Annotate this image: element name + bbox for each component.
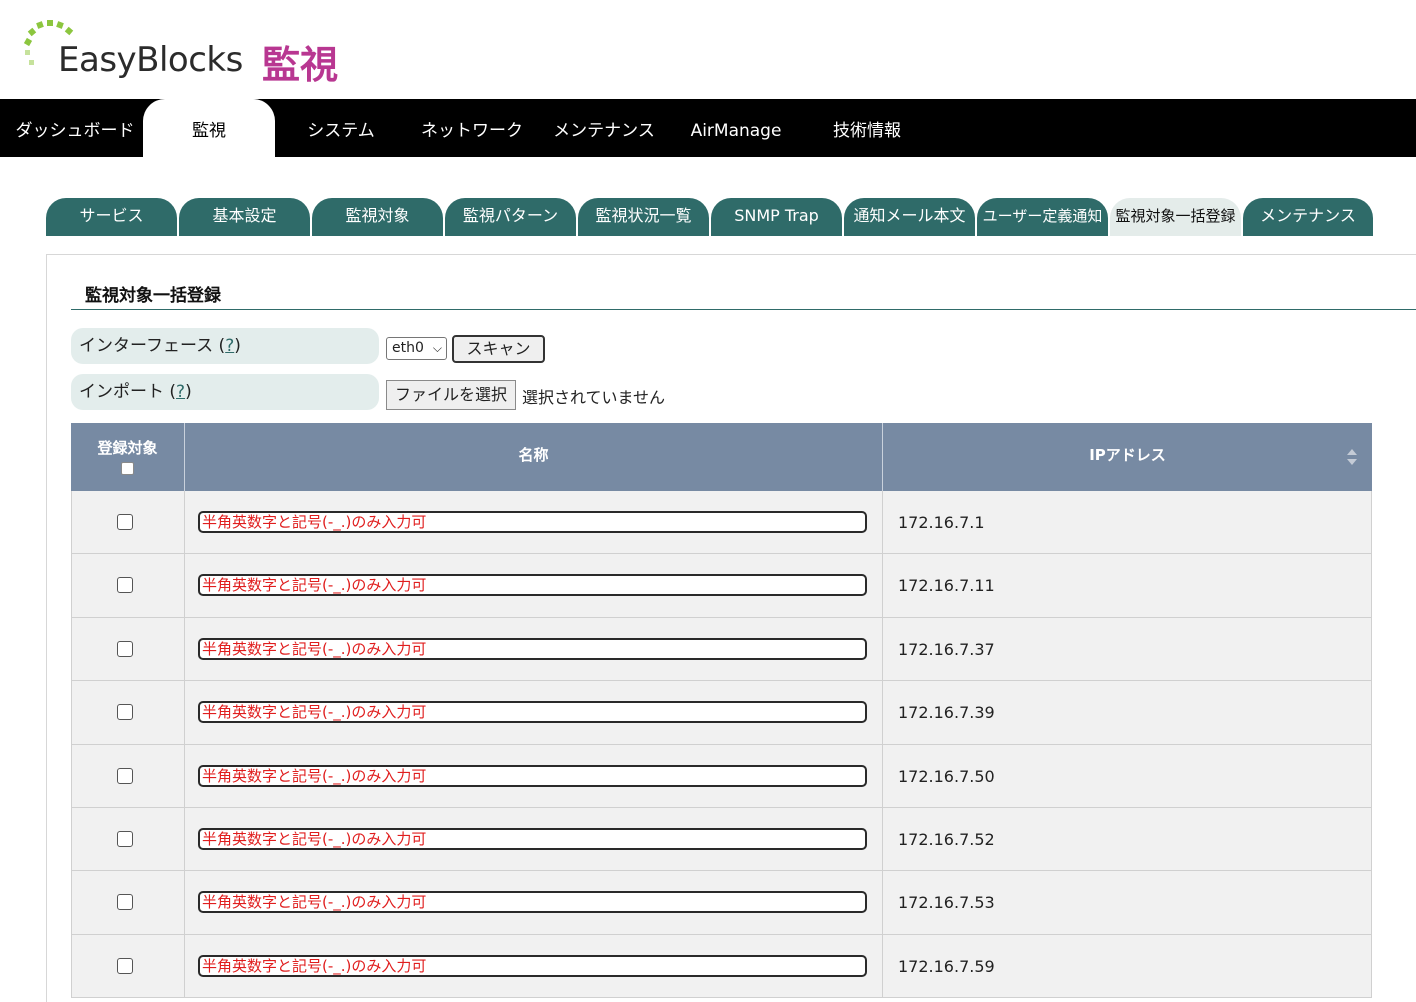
- col-register: 登録対象: [71, 423, 185, 491]
- ip-address: 172.16.7.1: [898, 513, 985, 532]
- col-name[interactable]: 名称: [185, 423, 883, 491]
- interface-help-link[interactable]: ?: [225, 336, 234, 356]
- table-row: 半角英数字と記号(-_.)のみ入力可 172.16.7.39: [71, 681, 1372, 745]
- tab-snmp-trap[interactable]: SNMP Trap: [711, 198, 842, 236]
- table-row: 半角英数字と記号(-_.)のみ入力可 172.16.7.50: [71, 744, 1372, 808]
- nav-network[interactable]: ネットワーク: [408, 99, 536, 157]
- ip-address: 172.16.7.59: [898, 956, 995, 976]
- logo: EasyBlocks 監視: [22, 18, 382, 88]
- nav-maintenance[interactable]: メンテナンス: [546, 99, 662, 157]
- table-row: 半角英数字と記号(-_.)のみ入力可 172.16.7.37: [71, 617, 1372, 682]
- ip-address: 172.16.7.52: [898, 829, 995, 849]
- import-label-text: インポート: [79, 382, 164, 402]
- col-ip[interactable]: IPアドレス: [883, 423, 1372, 491]
- row-checkbox[interactable]: [117, 830, 133, 847]
- name-input[interactable]: 半角英数字と記号(-_.)のみ入力可: [198, 764, 867, 787]
- nav-dashboard[interactable]: ダッシュボード: [0, 99, 150, 157]
- name-input[interactable]: 半角英数字と記号(-_.)のみ入力可: [198, 891, 867, 914]
- row-checkbox[interactable]: [117, 894, 133, 911]
- sub-tabs: サービス 基本設定 監視対象 監視パターン 監視状況一覧 SNMP Trap 通…: [46, 198, 1376, 236]
- interface-select[interactable]: eth0 ⌵: [386, 337, 447, 360]
- tab-service[interactable]: サービス: [46, 198, 177, 236]
- ip-address: 172.16.7.39: [898, 703, 995, 723]
- product-name: 監視: [262, 43, 339, 87]
- tab-bulk-register[interactable]: 監視対象一括登録: [1110, 198, 1241, 236]
- table-header: 登録対象 名称 IPアドレス: [71, 423, 1372, 491]
- nav-monitoring[interactable]: 監視: [143, 99, 275, 157]
- tab-monitor-targets[interactable]: 監視対象: [312, 198, 443, 236]
- table-row: 半角英数字と記号(-_.)のみ入力可 172.16.7.52: [71, 807, 1372, 872]
- sort-icon[interactable]: [1346, 447, 1358, 467]
- interface-label-text: インターフェース: [79, 336, 214, 356]
- row-checkbox[interactable]: [117, 640, 133, 657]
- col-ip-label: IPアドレス: [1089, 446, 1166, 464]
- row-checkbox[interactable]: [117, 514, 133, 530]
- tab-basic-settings[interactable]: 基本設定: [179, 198, 310, 236]
- table-row: 半角英数字と記号(-_.)のみ入力可 172.16.7.1: [71, 491, 1372, 555]
- tab-maintenance[interactable]: メンテナンス: [1243, 198, 1373, 236]
- interface-select-value: eth0: [392, 340, 424, 356]
- name-input[interactable]: 半角英数字と記号(-_.)のみ入力可: [198, 637, 867, 660]
- col-register-label: 登録対象: [97, 439, 158, 457]
- table-row: 半角英数字と記号(-_.)のみ入力可 172.16.7.59: [71, 934, 1372, 999]
- import-label: インポート (?): [71, 374, 379, 410]
- tab-notification-mail[interactable]: 通知メール本文: [844, 198, 975, 236]
- select-all-checkbox[interactable]: [121, 462, 134, 475]
- table-row: 半角英数字と記号(-_.)のみ入力可 172.16.7.53: [71, 871, 1372, 935]
- tab-user-defined-notify[interactable]: ユーザー定義通知: [977, 198, 1108, 236]
- row-checkbox[interactable]: [117, 957, 133, 974]
- nav-system[interactable]: システム: [285, 99, 397, 157]
- row-checkbox[interactable]: [117, 704, 133, 721]
- name-input[interactable]: 半角英数字と記号(-_.)のみ入力可: [198, 827, 867, 850]
- brand-name: EasyBlocks: [58, 40, 243, 80]
- tab-monitor-patterns[interactable]: 監視パターン: [445, 198, 576, 236]
- ip-address: 172.16.7.37: [898, 639, 995, 659]
- row-checkbox[interactable]: [117, 577, 133, 594]
- scan-button[interactable]: スキャン: [452, 335, 545, 363]
- name-input[interactable]: 半角英数字と記号(-_.)のみ入力可: [198, 574, 867, 597]
- import-help-link[interactable]: ?: [176, 382, 185, 402]
- page-title: 監視対象一括登録: [85, 286, 221, 306]
- ip-address: 172.16.7.50: [898, 766, 995, 786]
- name-input[interactable]: 半角英数字と記号(-_.)のみ入力可: [198, 511, 867, 533]
- ip-address: 172.16.7.11: [898, 576, 995, 596]
- title-divider: [71, 309, 1416, 310]
- choose-file-button[interactable]: ファイルを選択: [386, 380, 516, 410]
- name-input[interactable]: 半角英数字と記号(-_.)のみ入力可: [198, 701, 867, 724]
- name-input[interactable]: 半角英数字と記号(-_.)のみ入力可: [198, 954, 867, 977]
- ip-address: 172.16.7.53: [898, 893, 995, 913]
- targets-table: 登録対象 名称 IPアドレス 半角英数字と記号(-_.)のみ入力可 172.16…: [71, 423, 1372, 999]
- chevron-down-icon: ⌵: [432, 341, 442, 355]
- row-checkbox[interactable]: [117, 767, 133, 784]
- nav-airmanage[interactable]: AirManage: [680, 99, 792, 157]
- file-status: 選択されていません: [522, 388, 666, 407]
- table-row: 半角英数字と記号(-_.)のみ入力可 172.16.7.11: [71, 554, 1372, 618]
- nav-tech-info[interactable]: 技術情報: [812, 99, 922, 157]
- main-nav: ダッシュボード 監視 システム ネットワーク メンテナンス AirManage …: [0, 99, 1416, 157]
- tab-monitor-status[interactable]: 監視状況一覧: [578, 198, 709, 236]
- interface-label: インターフェース (?): [71, 328, 379, 364]
